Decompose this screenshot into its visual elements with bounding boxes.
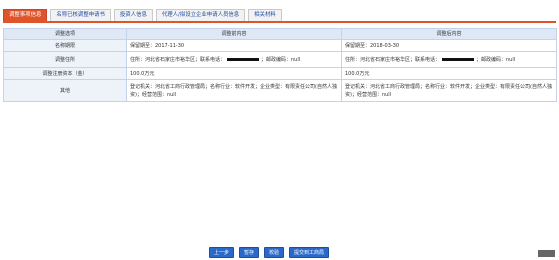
table-row: 调整注册资本（金） 100.0万元 100.0万元	[3, 67, 557, 80]
before-value: 住所：河北省石家庄市裕华区；联系电话： ；邮政编码：null	[126, 51, 342, 68]
tab-related-materials[interactable]: 相关材料	[248, 9, 282, 21]
after-value: 保留期至：2018-03-30	[341, 39, 557, 52]
before-value: 登记机关：河北省工商行政管理局；名称行业：软件开发；企业类型：有限责任公司(自然…	[126, 79, 342, 102]
redacted-phone	[227, 57, 260, 61]
after-value: 100.0万元	[341, 67, 557, 80]
before-value: 保留期至：2017-11-30	[126, 39, 342, 52]
table-row: 名称期限 保留期至：2017-11-30 保留期至：2018-03-30	[3, 39, 557, 52]
submit-button[interactable]: 提交到工商局	[289, 247, 330, 258]
after-value: 住所：河北省石家庄市裕华区；联系电话： ；邮政编码：null	[341, 51, 557, 68]
before-value: 100.0万元	[126, 67, 342, 80]
tab-name-adjustment-application[interactable]: 名称已核调整申请书	[50, 9, 111, 21]
table-header-row: 调整选项 调整前内容 调整后内容	[3, 28, 557, 40]
before-postcode-text: ；邮政编码：null	[261, 56, 301, 63]
action-bar: 上一步 暂存 校验 提交到工商局	[209, 247, 334, 258]
after-address-text: 住所：河北省石家庄市裕华区；联系电话：	[345, 56, 441, 63]
row-label: 其他	[3, 79, 127, 102]
header-after: 调整后内容	[341, 28, 557, 40]
adjustment-table: 调整选项 调整前内容 调整后内容 名称期限 保留期至：2017-11-30 保留…	[3, 28, 557, 102]
tab-investor-info[interactable]: 投资人信息	[113, 9, 153, 21]
redacted-phone	[442, 57, 475, 61]
prev-step-button[interactable]: 上一步	[209, 247, 235, 258]
tab-underline	[3, 21, 556, 23]
save-draft-button[interactable]: 暂存	[239, 247, 260, 258]
row-label: 调整注册资本（金）	[3, 67, 127, 80]
row-label: 调整住所	[3, 51, 127, 68]
tab-adjustment-info[interactable]: 调整事项信息	[3, 9, 48, 21]
after-value: 登记机关：河北省工商行政管理局；名称行业：软件开发；企业类型：有限责任公司(自然…	[341, 79, 557, 102]
header-item: 调整选项	[3, 28, 127, 40]
table-row: 其他 登记机关：河北省工商行政管理局；名称行业：软件开发；企业类型：有限责任公司…	[3, 79, 557, 102]
before-address-text: 住所：河北省石家庄市裕华区；联系电话：	[130, 56, 226, 63]
tab-agent-applicant-info[interactable]: 代理人/拟设立企业申请人员信息	[155, 9, 246, 21]
row-label: 名称期限	[3, 39, 127, 52]
floating-widget[interactable]	[538, 250, 555, 257]
after-postcode-text: ；邮政编码：null	[476, 56, 516, 63]
table-row: 调整住所 住所：河北省石家庄市裕华区；联系电话： ；邮政编码：null 住所：河北…	[3, 51, 557, 68]
header-before: 调整前内容	[126, 28, 342, 40]
validate-button[interactable]: 校验	[264, 247, 285, 258]
